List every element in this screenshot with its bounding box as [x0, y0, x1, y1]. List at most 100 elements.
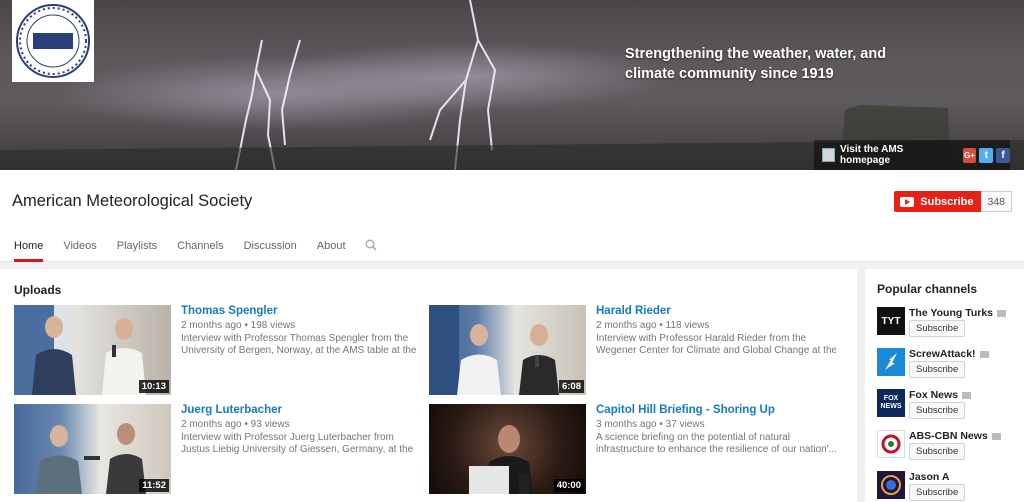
video-age: 2 months ago	[596, 320, 657, 331]
video-title[interactable]: Juerg Luterbacher	[181, 404, 421, 416]
video-description-line: Wegener Center for Climate and Global Ch…	[596, 345, 836, 356]
video-thumbnail[interactable]: 10:13	[14, 305, 171, 395]
channel-item: ScrewAttack! Subscribe	[877, 348, 1024, 386]
video-description: Interview with Professor Juerg Luterbach…	[181, 432, 421, 456]
channel-item: Jason A Subscribe	[877, 471, 1024, 502]
verified-badge-icon	[991, 432, 1001, 440]
google-plus-icon[interactable]: G+	[962, 147, 977, 163]
video-title[interactable]: Harald Rieder	[596, 305, 836, 317]
video-item: 10:13 Thomas Spengler 2 months ago • 198…	[14, 305, 434, 397]
video-item: 6:08 Harald Rieder 2 months ago • 118 vi…	[429, 305, 849, 397]
jason-a-logo-icon	[881, 475, 901, 495]
video-views: 93 views	[250, 419, 290, 430]
video-description-line: Interview with Professor Harald Rieder f…	[596, 333, 807, 344]
video-description-line: A science briefing on the potential of n…	[596, 432, 791, 443]
channel-item: TYT The Young Turks Subscribe	[877, 307, 1024, 345]
channel-avatar[interactable]	[877, 430, 905, 458]
tab-discussion[interactable]: Discussion	[244, 232, 297, 262]
channel-header: American Meteorological Society Subscrib…	[0, 170, 1024, 262]
banner-links: Visit the AMS homepage G+ t f	[814, 140, 1011, 170]
channel-avatar[interactable]: FOX NEWS	[877, 389, 905, 417]
tab-channels[interactable]: Channels	[177, 232, 223, 262]
channel-subscribe-button[interactable]: Subscribe	[909, 484, 966, 501]
channel-subscribe-button[interactable]: Subscribe	[909, 443, 966, 460]
channel-name-label: Jason A	[909, 471, 950, 483]
channel-name[interactable]: Fox News	[909, 389, 972, 401]
youtube-icon	[900, 196, 915, 207]
twitter-icon[interactable]: t	[979, 147, 994, 163]
channel-name-label: The Young Turks	[909, 307, 994, 319]
tab-playlists[interactable]: Playlists	[117, 232, 157, 262]
video-views: 37 views	[665, 419, 705, 430]
video-views: 198 views	[250, 320, 296, 331]
video-title[interactable]: Capitol Hill Briefing - Shoring Up	[596, 404, 836, 416]
facebook-icon[interactable]: f	[996, 147, 1011, 163]
verified-badge-icon	[997, 309, 1007, 317]
channel-title[interactable]: American Meteorological Society	[12, 192, 252, 211]
video-description: Interview with Professor Thomas Spengler…	[181, 333, 421, 357]
video-description-line: Interview with Professor Juerg Luterbach…	[181, 432, 394, 443]
video-title[interactable]: Thomas Spengler	[181, 305, 421, 317]
tagline-line-1: Strengthening the weather, water, and	[625, 46, 887, 62]
video-duration: 6:08	[558, 380, 584, 393]
video-description-line: University of Bergen, Norway, at the AMS…	[181, 345, 417, 356]
abs-cbn-logo-icon	[881, 434, 901, 454]
ams-favicon-icon	[822, 148, 835, 162]
tab-about[interactable]: About	[317, 232, 346, 262]
channel-name[interactable]: ABS-CBN News	[909, 430, 1001, 442]
video-description-line: Interview with Professor Thomas Spengler…	[181, 333, 409, 344]
channel-banner: Strengthening the weather, water, and cl…	[0, 0, 1024, 170]
channel-subscribe-button[interactable]: Subscribe	[909, 361, 966, 378]
video-item: 11:52 Juerg Luterbacher 2 months ago • 9…	[14, 404, 434, 496]
channel-tabs: Home Videos Playlists Channels Discussio…	[0, 232, 346, 262]
video-item: 40:00 Capitol Hill Briefing - Shoring Up…	[429, 404, 849, 496]
video-info: Thomas Spengler 2 months ago • 198 views…	[181, 305, 421, 357]
video-meta: 3 months ago • 37 views	[596, 419, 705, 430]
channel-name[interactable]: The Young Turks	[909, 307, 1007, 319]
channel-subscribe-button[interactable]: Subscribe	[909, 320, 966, 337]
popular-channels-sidebar: Popular channels TYT The Young Turks Sub…	[865, 269, 1024, 502]
channel-name-label: ABS-CBN News	[909, 430, 988, 442]
uploads-title[interactable]: Uploads	[14, 283, 61, 297]
channel-subscribe-button[interactable]: Subscribe	[909, 402, 966, 419]
subscriber-count: 348	[981, 191, 1012, 212]
video-meta: 2 months ago • 118 views	[596, 320, 710, 331]
video-meta: 2 months ago • 198 views	[181, 320, 296, 331]
uploads-section: Uploads 10:13 Thomas Spengler 2 months a…	[0, 269, 857, 502]
video-thumbnail[interactable]: 11:52	[14, 404, 171, 494]
channel-avatar[interactable]	[877, 348, 905, 376]
verified-badge-icon	[979, 350, 989, 358]
verified-badge-icon	[962, 391, 972, 399]
video-duration: 11:52	[139, 479, 169, 492]
video-views: 118 views	[665, 320, 710, 331]
channel-name[interactable]: ScrewAttack!	[909, 348, 989, 360]
video-info: Juerg Luterbacher 2 months ago • 93 view…	[181, 404, 421, 456]
channel-item: ABS-CBN News Subscribe	[877, 430, 1024, 468]
tagline-line-2: climate community since 1919	[625, 66, 834, 82]
search-icon[interactable]	[365, 239, 377, 251]
channel-item: FOX NEWS Fox News Subscribe	[877, 389, 1024, 427]
video-info: Harald Rieder 2 months ago • 118 views I…	[596, 305, 836, 357]
video-description: A science briefing on the potential of n…	[596, 432, 836, 456]
popular-channels-title: Popular channels	[877, 282, 978, 296]
channel-name-label: Fox News	[909, 389, 959, 401]
channel-avatar[interactable]: TYT	[877, 307, 905, 335]
video-thumbnail[interactable]: 6:08	[429, 305, 586, 395]
channel-name-label: ScrewAttack!	[909, 348, 976, 360]
video-description: Interview with Professor Harald Rieder f…	[596, 333, 836, 357]
subscribe-button[interactable]: Subscribe	[894, 191, 982, 212]
video-duration: 10:13	[138, 380, 169, 393]
subscribe-widget: Subscribe 348	[894, 191, 1012, 212]
channel-name[interactable]: Jason A	[909, 471, 949, 483]
video-info: Capitol Hill Briefing - Shoring Up 3 mon…	[596, 404, 836, 456]
ams-logo[interactable]	[12, 0, 94, 82]
channel-avatar[interactable]	[877, 471, 905, 499]
banner-tagline: Strengthening the weather, water, and cl…	[625, 44, 886, 84]
ams-homepage-link[interactable]: Visit the AMS homepage	[822, 144, 947, 166]
tab-videos[interactable]: Videos	[63, 232, 96, 262]
video-thumbnail[interactable]: 40:00	[429, 404, 586, 494]
video-description-line: Justus Liebig University of Giessen, Ger…	[181, 444, 414, 455]
video-age: 2 months ago	[181, 320, 242, 331]
ams-homepage-label: Visit the AMS homepage	[840, 144, 904, 166]
tab-home[interactable]: Home	[14, 232, 44, 262]
